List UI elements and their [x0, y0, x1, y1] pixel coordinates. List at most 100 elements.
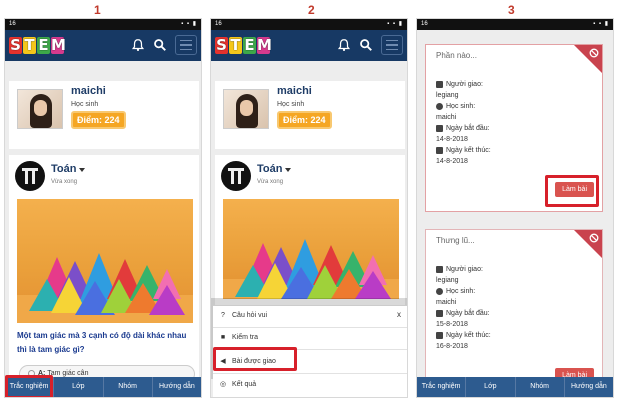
calendar-check-icon — [436, 147, 443, 154]
nav-trac-nghiem[interactable]: Trắc nghiệm — [417, 377, 467, 397]
avatar[interactable] — [223, 89, 269, 129]
start-date-value: 15-8-2018 — [436, 321, 468, 328]
ban-icon[interactable] — [589, 233, 599, 243]
nav-huong-dan[interactable]: Hướng dẫn — [153, 377, 201, 397]
nav-lop[interactable]: Lớp — [54, 377, 104, 397]
score-value: 224 — [104, 115, 120, 125]
end-date-field: Ngày kết thúc: — [436, 147, 491, 154]
bell-icon[interactable] — [337, 38, 351, 52]
end-label: Ngày kết thúc: — [446, 332, 491, 339]
giver-field: Người giao: — [436, 266, 483, 273]
menu-item-kiem-tra[interactable]: ■ Kiểm tra — [219, 334, 258, 341]
post-time: Vừa xong — [51, 179, 78, 185]
start-date-field: Ngày bắt đầu: — [436, 310, 490, 317]
ban-icon[interactable] — [589, 48, 599, 58]
user-icon — [436, 266, 443, 273]
user-icon — [436, 81, 443, 88]
status-icons: ▪ ▪ ▮ — [181, 21, 197, 27]
giver-label: Người giao: — [446, 81, 483, 88]
student-label: Học sinh: — [446, 103, 476, 110]
logo-letter-m: M — [51, 36, 66, 54]
close-button[interactable]: x — [397, 310, 401, 319]
phone-screen-1: 16 ▪ ▪ ▮ S T E M maichi Học sinh Điểm: 2… — [4, 18, 202, 398]
avatar[interactable] — [17, 89, 63, 129]
status-icons: ▪ ▪ ▮ — [593, 21, 609, 27]
calendar-icon — [436, 310, 443, 317]
giver-label: Người giao: — [446, 266, 483, 273]
calendar-icon — [436, 125, 443, 132]
subject-title[interactable]: Toán — [51, 163, 76, 175]
target-icon: ◎ — [219, 381, 227, 388]
menu-item-label: Kết quả — [232, 380, 257, 388]
profile-name: maichi — [277, 85, 312, 97]
logo-letter-t: T — [23, 36, 36, 54]
answer-a-text: Tam giác cân — [47, 370, 89, 377]
menu-item-ket-qua[interactable]: ◎ Kết quả — [219, 380, 257, 389]
phone-screen-2: 16 ▪ ▪ ▮ S T E M maichi Học sinh Điểm: 2… — [210, 18, 408, 398]
subject-title[interactable]: Toán — [257, 163, 282, 175]
score-value: 224 — [310, 115, 326, 125]
menu-item-label: Câu hỏi vui — [232, 312, 268, 319]
giver-field: Người giao: — [436, 81, 483, 88]
highlight-box-bai-duoc-giao — [213, 347, 297, 371]
app-header: S T E M — [5, 30, 201, 61]
chevron-down-icon[interactable] — [285, 168, 291, 172]
highlight-box-trac-nghiem — [5, 375, 53, 397]
subject-avatar-pi-icon — [15, 161, 45, 191]
nav-lop[interactable]: Lớp — [466, 377, 516, 397]
divider — [213, 373, 407, 374]
end-date-value: 14-8-2018 — [436, 158, 468, 165]
stem-logo[interactable]: S T E M — [215, 36, 272, 54]
bell-icon[interactable] — [131, 38, 145, 52]
start-label: Ngày bắt đầu: — [446, 310, 490, 317]
menu-item-cau-hoi-vui[interactable]: ? Câu hỏi vui — [219, 312, 267, 319]
start-date-field: Ngày bắt đầu: — [436, 125, 490, 132]
nav-huong-dan[interactable]: Hướng dẫn — [565, 377, 613, 397]
logo-letter-s: S — [215, 36, 228, 54]
highlight-box-lam-bai — [545, 175, 599, 207]
student-label: Học sinh: — [446, 288, 476, 295]
profile-role: Học sinh — [277, 101, 305, 108]
logo-letter-m: M — [257, 36, 272, 54]
student-value: maichi — [436, 114, 457, 121]
logo-letter-t: T — [229, 36, 242, 54]
assignment-card: Thưng lũ... Người giao: legiang Học sinh… — [425, 229, 603, 397]
step-number-2: 2 — [308, 3, 315, 17]
student-field: Học sinh: — [436, 103, 475, 110]
bottom-nav: Trắc nghiệm Lớp Nhóm Hướng dẫn — [417, 377, 613, 397]
menu-item-label: Kiểm tra — [232, 334, 259, 341]
step-number-3: 3 — [508, 3, 515, 17]
student-value: maichi — [436, 299, 457, 306]
giver-value: legiang — [436, 277, 459, 284]
search-icon[interactable] — [359, 38, 373, 52]
pyramids-image — [223, 239, 399, 299]
nav-nhom[interactable]: Nhóm — [104, 377, 153, 397]
nav-nhom[interactable]: Nhóm — [516, 377, 565, 397]
status-time: 16 — [421, 21, 428, 27]
hamburger-menu-button[interactable] — [175, 35, 197, 55]
logo-letter-e: E — [37, 36, 50, 54]
status-icons: ▪ ▪ ▮ — [387, 21, 403, 27]
chevron-down-icon[interactable] — [79, 168, 85, 172]
hamburger-menu-button[interactable] — [381, 35, 403, 55]
question-icon: ? — [221, 312, 225, 319]
step-number-1: 1 — [94, 3, 101, 17]
logo-letter-s: S — [9, 36, 22, 54]
start-date-value: 14-8-2018 — [436, 136, 468, 143]
post-image — [17, 199, 193, 323]
profile-name: maichi — [71, 85, 106, 97]
status-time: 16 — [215, 21, 222, 27]
question-text: Một tam giác mà 3 cạnh có độ dài khác nh… — [17, 331, 187, 354]
search-icon[interactable] — [153, 38, 167, 52]
app-header: S T E M — [211, 30, 407, 61]
status-bar: 16 ▪ ▪ ▮ — [417, 19, 613, 30]
calendar-check-icon — [436, 332, 443, 339]
post-time: Vừa xong — [257, 179, 284, 185]
pyramids-image — [17, 253, 193, 323]
profile-card: maichi Học sinh Điểm: 224 — [9, 81, 199, 149]
giver-value: legiang — [436, 92, 459, 99]
score-badge: Điểm: 224 — [71, 111, 126, 129]
stem-logo[interactable]: S T E M — [9, 36, 66, 54]
user-circle-icon — [436, 288, 443, 295]
post-card: Toán Vừa xong Một tam giác mà 3 cạnh có … — [9, 155, 199, 397]
